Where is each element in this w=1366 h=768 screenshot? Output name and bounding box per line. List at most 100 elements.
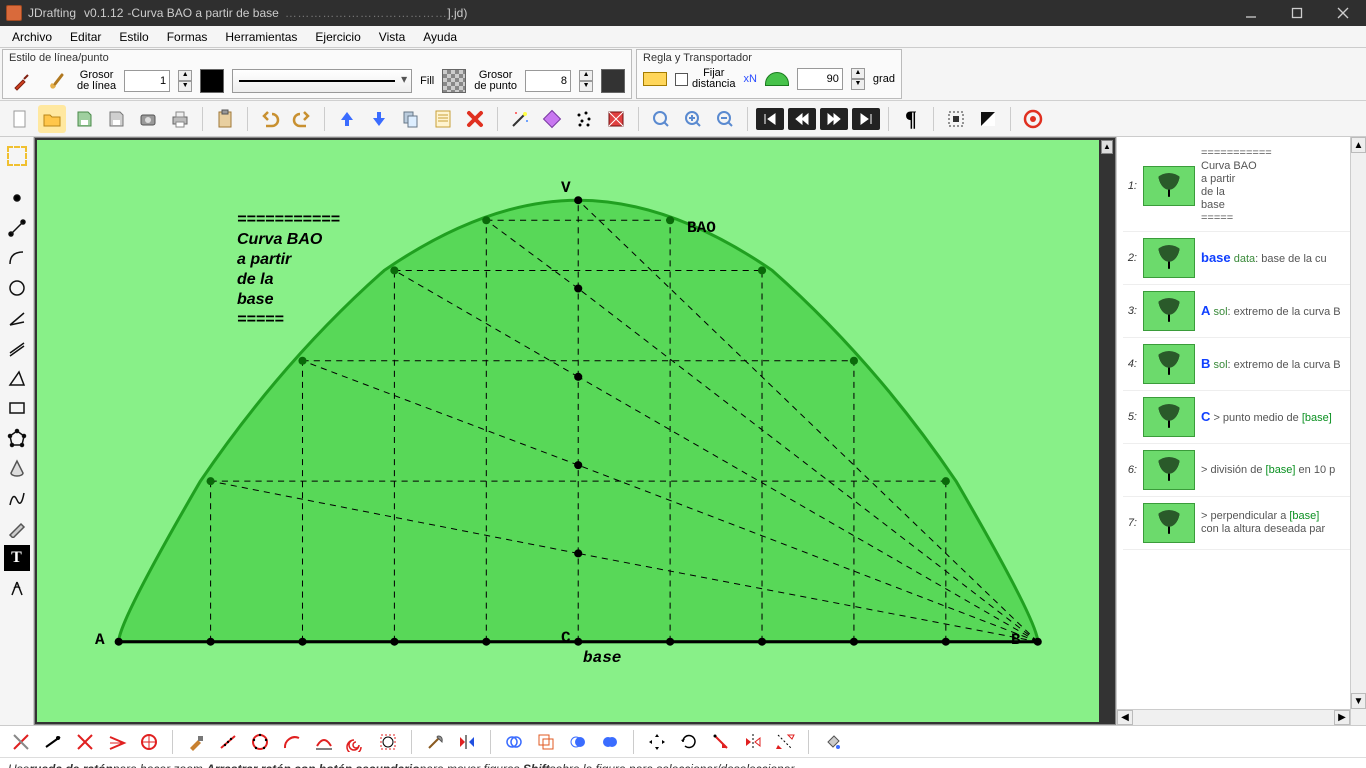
fill-color-swatch[interactable] bbox=[442, 69, 466, 93]
angle-up[interactable]: ▲ bbox=[851, 68, 865, 79]
point-width-up[interactable]: ▲ bbox=[579, 70, 593, 81]
step-row[interactable]: 4:B sol: extremo de la curva B bbox=[1123, 338, 1362, 391]
text-tool[interactable]: T bbox=[4, 545, 30, 571]
pencil-tool[interactable] bbox=[4, 515, 30, 541]
point-tool[interactable] bbox=[4, 185, 30, 211]
point-width-input[interactable] bbox=[525, 70, 571, 92]
triangle-tool[interactable] bbox=[4, 365, 30, 391]
steps-list[interactable]: 1:===========Curva BAOa partirde labase=… bbox=[1117, 137, 1366, 725]
move-tool-icon[interactable] bbox=[644, 729, 670, 755]
extend-tool-icon[interactable] bbox=[40, 729, 66, 755]
drawing-canvas[interactable]: =========== Curva BAO a partir de la bas… bbox=[37, 140, 1099, 722]
compass-tool[interactable] bbox=[4, 575, 30, 601]
menu-ejercicio[interactable]: Ejercicio bbox=[307, 28, 368, 46]
line-tool[interactable] bbox=[4, 215, 30, 241]
trim-tool-icon[interactable] bbox=[8, 729, 34, 755]
menu-vista[interactable]: Vista bbox=[371, 28, 413, 46]
move-down-icon[interactable] bbox=[365, 105, 393, 133]
step-row[interactable]: 5:C > punto medio de [base] bbox=[1123, 391, 1362, 444]
mirror-icon[interactable] bbox=[454, 729, 480, 755]
scale-tool-icon[interactable] bbox=[708, 729, 734, 755]
redo-icon[interactable] bbox=[288, 105, 316, 133]
scatter-icon[interactable] bbox=[570, 105, 598, 133]
intersection-icon[interactable] bbox=[565, 729, 591, 755]
new-file-icon[interactable] bbox=[6, 105, 34, 133]
xN-label[interactable]: xN bbox=[743, 73, 756, 85]
grid-select-icon[interactable] bbox=[942, 105, 970, 133]
menu-herramientas[interactable]: Herramientas bbox=[217, 28, 305, 46]
eyedropper-icon[interactable] bbox=[9, 68, 35, 94]
divide-circle-icon[interactable] bbox=[247, 729, 273, 755]
menu-formas[interactable]: Formas bbox=[159, 28, 216, 46]
ruler-icon[interactable] bbox=[643, 72, 667, 86]
union-icon[interactable] bbox=[533, 729, 559, 755]
parallel-tool[interactable] bbox=[4, 335, 30, 361]
step-row[interactable]: 3:A sol: extremo de la curva B bbox=[1123, 285, 1362, 338]
angle-input[interactable] bbox=[797, 68, 843, 90]
protractor-icon[interactable] bbox=[765, 72, 789, 86]
menu-estilo[interactable]: Estilo bbox=[111, 28, 156, 46]
color-picker-icon[interactable] bbox=[538, 105, 566, 133]
paint-bucket-icon[interactable] bbox=[819, 729, 845, 755]
steps-hscroll[interactable]: ◀▶ bbox=[1117, 709, 1350, 725]
spline-tool[interactable] bbox=[4, 485, 30, 511]
line-color-swatch[interactable] bbox=[200, 69, 224, 93]
color-select-icon[interactable] bbox=[602, 105, 630, 133]
arc-tool[interactable] bbox=[4, 245, 30, 271]
nav-last-icon[interactable] bbox=[852, 108, 880, 130]
paste-icon[interactable] bbox=[211, 105, 239, 133]
close-button[interactable] bbox=[1320, 0, 1366, 26]
line-width-up[interactable]: ▲ bbox=[178, 70, 192, 81]
invert-icon[interactable] bbox=[974, 105, 1002, 133]
line-width-down[interactable]: ▼ bbox=[178, 81, 192, 92]
rotate-tool-icon[interactable] bbox=[676, 729, 702, 755]
magic-wand-icon[interactable] bbox=[506, 105, 534, 133]
difference-icon[interactable] bbox=[597, 729, 623, 755]
hammer-icon[interactable] bbox=[183, 729, 209, 755]
step-row[interactable]: 6:> división de [base] en 10 p bbox=[1123, 444, 1362, 497]
steps-vscroll[interactable]: ▲▼ bbox=[1350, 137, 1366, 725]
menu-editar[interactable]: Editar bbox=[62, 28, 109, 46]
select-rect-tool[interactable] bbox=[4, 143, 30, 169]
nav-next-icon[interactable] bbox=[820, 108, 848, 130]
notes-icon[interactable] bbox=[429, 105, 457, 133]
menu-ayuda[interactable]: Ayuda bbox=[415, 28, 465, 46]
line-width-input[interactable] bbox=[124, 70, 170, 92]
point-width-down[interactable]: ▼ bbox=[579, 81, 593, 92]
rectangle-tool[interactable] bbox=[4, 395, 30, 421]
divide-line-icon[interactable] bbox=[215, 729, 241, 755]
polygon-tool[interactable] bbox=[4, 425, 30, 451]
venn-icon[interactable] bbox=[501, 729, 527, 755]
spiral-icon[interactable] bbox=[343, 729, 369, 755]
circle-center-icon[interactable] bbox=[136, 729, 162, 755]
zoom-out-icon[interactable] bbox=[711, 105, 739, 133]
zoom-fit-icon[interactable] bbox=[647, 105, 675, 133]
circle-tool[interactable] bbox=[4, 275, 30, 301]
canvas-split-handle[interactable] bbox=[1101, 140, 1113, 154]
bisector-icon[interactable] bbox=[104, 729, 130, 755]
axe-icon[interactable] bbox=[422, 729, 448, 755]
undo-icon[interactable] bbox=[256, 105, 284, 133]
minimize-button[interactable] bbox=[1228, 0, 1274, 26]
reflect-point-icon[interactable] bbox=[772, 729, 798, 755]
intersect-icon[interactable] bbox=[72, 729, 98, 755]
save-icon[interactable] bbox=[70, 105, 98, 133]
bounds-icon[interactable] bbox=[375, 729, 401, 755]
angle-tool[interactable] bbox=[4, 305, 30, 331]
fix-distance-checkbox[interactable] bbox=[675, 73, 688, 86]
arc3pt-icon[interactable] bbox=[311, 729, 337, 755]
delete-icon[interactable] bbox=[461, 105, 489, 133]
screenshot-icon[interactable] bbox=[134, 105, 162, 133]
nav-first-icon[interactable] bbox=[756, 108, 784, 130]
brush-icon[interactable] bbox=[43, 68, 69, 94]
paragraph-icon[interactable]: ¶ bbox=[897, 105, 925, 133]
zoom-in-icon[interactable] bbox=[679, 105, 707, 133]
power-icon[interactable] bbox=[1019, 105, 1047, 133]
move-up-icon[interactable] bbox=[333, 105, 361, 133]
open-file-icon[interactable] bbox=[38, 105, 66, 133]
reflect-axis-icon[interactable] bbox=[740, 729, 766, 755]
arc-divide-icon[interactable] bbox=[279, 729, 305, 755]
step-row[interactable]: 2:base data: base de la cu bbox=[1123, 232, 1362, 285]
step-row[interactable]: 1:===========Curva BAOa partirde labase=… bbox=[1123, 141, 1362, 232]
save-as-icon[interactable] bbox=[102, 105, 130, 133]
